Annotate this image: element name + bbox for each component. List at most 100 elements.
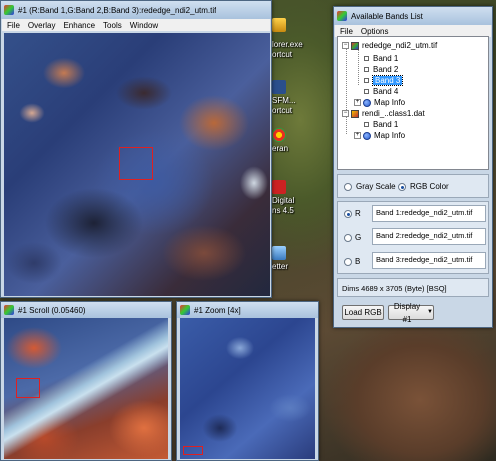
desktop-icon-setter[interactable]: etter <box>272 246 288 272</box>
main-window-title: #1 (R:Band 1,G:Band 2,B:Band 3):rededge_… <box>18 5 217 15</box>
main-image-canvas[interactable] <box>4 33 270 296</box>
desktop-icon-eran[interactable]: eran <box>272 128 288 154</box>
menu-overlay[interactable]: Overlay <box>28 21 56 30</box>
app-icon <box>272 128 286 142</box>
tree-band-label: Band 1 <box>373 54 399 63</box>
r-channel-label: R <box>355 209 361 218</box>
b-channel-field[interactable]: Band 3:rededge_ndi2_utm.tif <box>372 252 486 269</box>
bands-tree[interactable]: − rededge_ndi2_utm.tif Band 1 Band 2 Ban… <box>337 36 489 170</box>
tree-map-info-1[interactable]: + Map Info <box>354 97 405 108</box>
desktop-icon-label-1[interactable]: lorer.exe ortcut <box>272 40 303 60</box>
menu-enhance[interactable]: Enhance <box>63 21 95 30</box>
tree-band-item[interactable]: Band 1 <box>362 119 398 130</box>
tree-map-info-2[interactable]: + Map Info <box>354 130 405 141</box>
desktop-icon-text: ortcut <box>272 106 293 115</box>
main-image-window[interactable]: #1 (R:Band 1,G:Band 2,B:Band 3):rededge_… <box>0 0 272 298</box>
scroll-image-canvas[interactable] <box>4 318 168 459</box>
b-channel-label: B <box>355 257 361 266</box>
band-icon <box>364 56 369 61</box>
tree-file-1[interactable]: − rededge_ndi2_utm.tif <box>342 40 437 51</box>
grayscale-radio[interactable] <box>344 182 352 191</box>
scroll-window[interactable]: #1 Scroll (0.05460) <box>0 301 172 461</box>
dims-text: Dims 4689 x 3705 (Byte) [BSQ] <box>342 284 447 293</box>
bands-menu-file[interactable]: File <box>340 27 353 36</box>
scroll-window-title: #1 Scroll (0.05460) <box>18 305 86 315</box>
window-icon <box>180 305 190 315</box>
app-icon <box>272 246 286 260</box>
display-mode-group: Gray Scale RGB Color <box>337 174 489 198</box>
menu-window[interactable]: Window <box>130 21 158 30</box>
bands-window-titlebar[interactable]: Available Bands List <box>334 7 492 25</box>
menu-file[interactable]: File <box>7 21 20 30</box>
tree-band-label: Band 1 <box>373 120 399 129</box>
zoom-controls-indicator[interactable] <box>183 446 203 455</box>
b-channel-radio[interactable] <box>344 257 352 266</box>
tree-band-item-selected[interactable]: Band 3 <box>362 75 404 86</box>
window-icon <box>337 11 347 21</box>
band-icon <box>364 67 369 72</box>
desktop-icon-sfm[interactable]: SFM... ortcut <box>272 80 296 116</box>
zoom-box-indicator[interactable] <box>119 147 153 180</box>
globe-icon <box>363 98 371 107</box>
raster-file-icon <box>351 41 359 50</box>
grayscale-label: Gray Scale <box>356 182 396 191</box>
r-channel-radio[interactable] <box>344 209 352 218</box>
desktop-icon-text: lorer.exe <box>272 40 303 49</box>
zoom-window[interactable]: #1 Zoom [4x] <box>176 301 319 461</box>
display-select-button[interactable]: Display #1 ▼ <box>388 302 434 324</box>
tree-band-item[interactable]: Band 1 <box>362 53 398 64</box>
menu-tools[interactable]: Tools <box>103 21 122 30</box>
r-channel-field[interactable]: Band 1:rededge_ndi2_utm.tif <box>372 205 486 222</box>
g-channel-field[interactable]: Band 2:rededge_ndi2_utm.tif <box>372 228 486 245</box>
raster-file-icon <box>351 109 359 118</box>
desktop-icon-text: Digital <box>272 196 295 205</box>
bands-menu-options[interactable]: Options <box>361 27 389 36</box>
grayscale-option[interactable]: Gray Scale <box>344 182 396 191</box>
desktop-icon-explorer[interactable] <box>272 18 286 34</box>
g-channel-radio[interactable] <box>344 233 352 242</box>
tree-file-2[interactable]: − rendi_..class1.dat <box>342 108 425 119</box>
r-channel-option[interactable]: R <box>344 209 361 218</box>
scroll-window-titlebar[interactable]: #1 Scroll (0.05460) <box>1 302 171 318</box>
window-icon <box>4 305 14 315</box>
tree-band-label: Band 2 <box>373 65 399 74</box>
image-box-indicator[interactable] <box>16 378 40 398</box>
desktop-icon-text: ortcut <box>272 50 293 59</box>
b-channel-option[interactable]: B <box>344 257 360 266</box>
desktop-icon-text: ns 4.5 <box>272 206 294 215</box>
rgb-label: RGB Color <box>410 182 449 191</box>
app-icon <box>272 180 286 194</box>
rgb-assignment-group: R Band 1:rededge_ndi2_utm.tif G Band 2:r… <box>337 201 489 274</box>
zoom-window-titlebar[interactable]: #1 Zoom [4x] <box>177 302 318 318</box>
band-icon <box>364 78 369 83</box>
tree-band-label: Band 4 <box>373 87 399 96</box>
tree-connector <box>358 48 359 85</box>
desktop-icon-digital[interactable]: Digital ns 4.5 <box>272 180 294 216</box>
globe-icon <box>363 131 371 140</box>
tree-collapse-icon[interactable]: − <box>342 110 349 117</box>
zoom-window-title: #1 Zoom [4x] <box>194 305 241 315</box>
band-icon <box>364 89 369 94</box>
band-icon <box>364 122 369 127</box>
tree-band-item[interactable]: Band 4 <box>362 86 398 97</box>
bands-window-title: Available Bands List <box>351 11 423 21</box>
rgb-radio[interactable] <box>398 182 406 191</box>
rgb-option[interactable]: RGB Color <box>398 182 449 191</box>
tree-expand-icon[interactable]: + <box>354 99 361 106</box>
tree-expand-icon[interactable]: + <box>354 132 361 139</box>
app-icon <box>272 80 286 94</box>
desktop-icon-text: SFM... <box>272 96 296 105</box>
load-rgb-button[interactable]: Load RGB <box>342 305 384 320</box>
tree-band-label: Band 3 <box>371 75 404 86</box>
window-icon <box>4 5 14 15</box>
tree-file-1-label: rededge_ndi2_utm.tif <box>362 41 438 50</box>
zoom-image-canvas[interactable] <box>180 318 315 459</box>
tree-map-info-label: Map Info <box>374 131 406 140</box>
dropdown-arrow-icon: ▼ <box>427 309 433 315</box>
tree-connector <box>346 48 347 134</box>
tree-collapse-icon[interactable]: − <box>342 42 349 49</box>
g-channel-option[interactable]: G <box>344 233 361 242</box>
tree-band-item[interactable]: Band 2 <box>362 64 398 75</box>
tree-file-2-label: rendi_..class1.dat <box>362 109 425 118</box>
main-window-titlebar[interactable]: #1 (R:Band 1,G:Band 2,B:Band 3):rededge_… <box>1 1 271 19</box>
